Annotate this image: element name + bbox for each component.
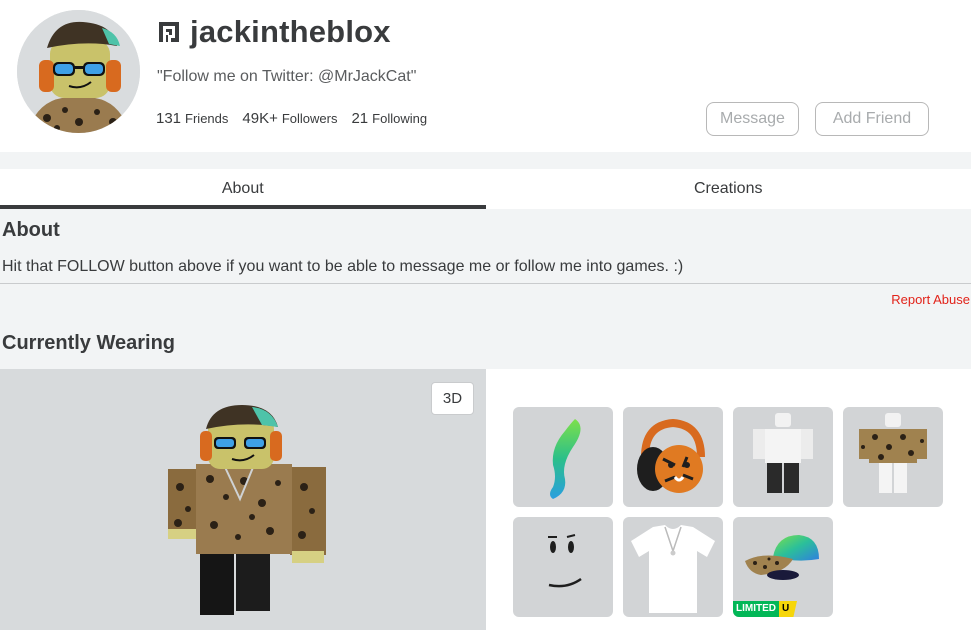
username-row: jackintheblox xyxy=(156,14,391,50)
smile-face-icon xyxy=(548,534,582,588)
report-abuse-link[interactable]: Report Abuse xyxy=(891,292,970,307)
white-tshirt-chain-icon xyxy=(631,525,715,613)
wearing-item-tail[interactable] xyxy=(513,407,613,507)
tab-about[interactable]: About xyxy=(0,169,486,209)
username: jackintheblox xyxy=(190,14,391,49)
followers-stat[interactable]: 49K+ Followers xyxy=(242,110,337,127)
wearing-item-cap[interactable]: LIMITED U xyxy=(733,517,833,617)
limited-u-label: U xyxy=(779,601,797,617)
about-description: Hit that FOLLOW button above if you want… xyxy=(2,258,684,275)
friends-label: Friends xyxy=(185,111,229,126)
premium-icon xyxy=(159,22,179,42)
wearing-item-tshirt[interactable] xyxy=(623,517,723,617)
wearing-items-panel: LIMITED U xyxy=(486,369,971,630)
avatar-3d-view[interactable] xyxy=(0,369,486,630)
friends-stat[interactable]: 131 Friends xyxy=(156,110,228,127)
tab-creations[interactable]: Creations xyxy=(486,169,971,209)
limited-unique-badge: LIMITED U xyxy=(733,601,797,617)
white-shirt-outfit-icon xyxy=(753,413,813,493)
profile-status: "Follow me on Twitter: @MrJackCat" xyxy=(157,68,417,85)
followers-count: 49K+ xyxy=(242,110,278,127)
wearing-item-face[interactable] xyxy=(513,517,613,617)
friends-count: 131 xyxy=(156,110,182,127)
avatar-headshot-icon xyxy=(17,10,140,133)
profile-stats: 131 Friends 49K+ Followers 21 Following xyxy=(156,110,427,127)
followers-label: Followers xyxy=(281,111,338,126)
wearing-item-white-outfit[interactable] xyxy=(733,407,833,507)
tiger-headphones-icon xyxy=(637,418,705,493)
currently-wearing-heading: Currently Wearing xyxy=(2,332,175,354)
avatar-full-body-icon xyxy=(168,405,326,615)
message-button[interactable]: Message xyxy=(706,102,799,136)
profile-tabs: About Creations xyxy=(0,169,971,209)
about-heading: About xyxy=(2,219,60,241)
avatar[interactable] xyxy=(17,10,140,133)
following-label: Following xyxy=(372,111,428,126)
add-friend-button[interactable]: Add Friend xyxy=(815,102,929,136)
about-divider xyxy=(0,283,971,284)
wearing-item-headphones[interactable] xyxy=(623,407,723,507)
toggle-3d-button[interactable]: 3D xyxy=(431,382,474,415)
green-tail-icon xyxy=(550,419,581,499)
leopard-outfit-icon xyxy=(859,413,927,493)
following-stat[interactable]: 21 Following xyxy=(351,110,427,127)
wearing-item-leopard-outfit[interactable] xyxy=(843,407,943,507)
profile-header: jackintheblox "Follow me on Twitter: @Mr… xyxy=(0,0,971,152)
following-count: 21 xyxy=(351,110,369,127)
limited-label: LIMITED xyxy=(733,601,779,617)
